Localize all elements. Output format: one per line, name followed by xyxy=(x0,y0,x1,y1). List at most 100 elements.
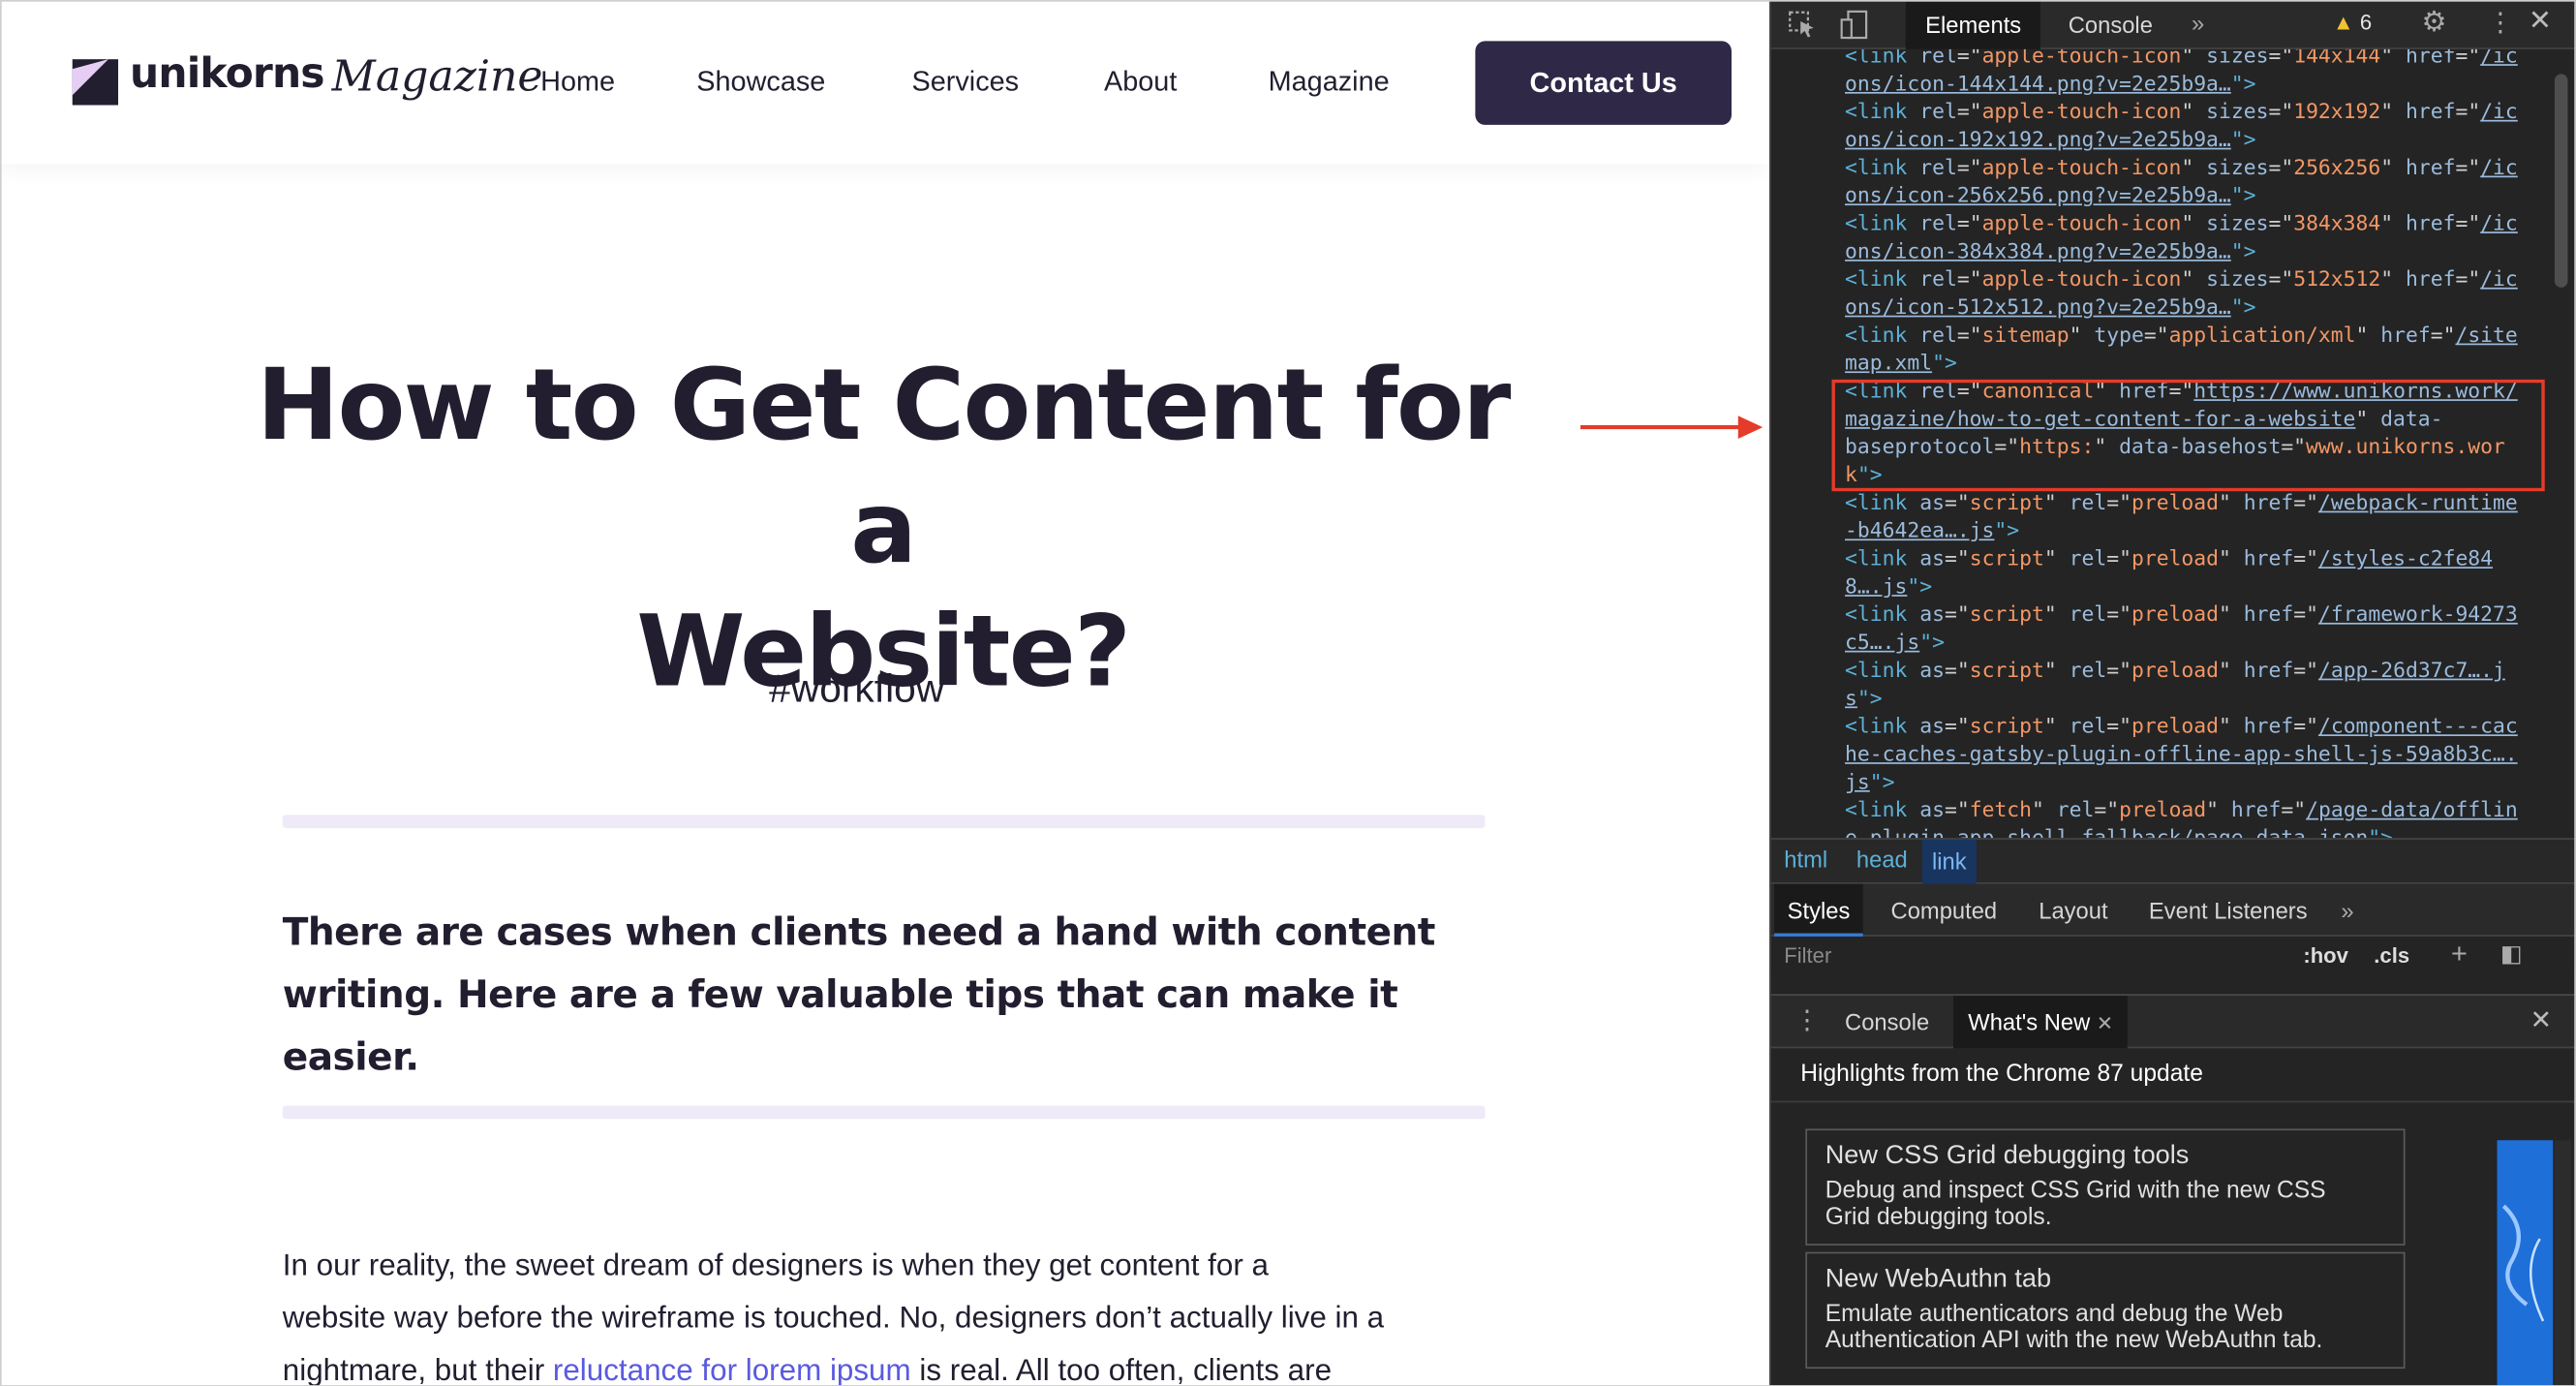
drawer-scrollbar[interactable] xyxy=(2554,1140,2571,1386)
subtab-layout[interactable]: Layout xyxy=(2039,884,2107,937)
drawer-tab-whats-new[interactable]: What's New ✕ xyxy=(1953,996,2129,1049)
code-token: href xyxy=(2405,98,2456,124)
dom-node-line[interactable]: <link as="script" rel="preload" href="/a… xyxy=(1845,656,2551,684)
dom-node-line[interactable]: <link rel="apple-touch-icon" sizes="512x… xyxy=(1845,264,2551,293)
code-token: =" xyxy=(2430,322,2456,347)
hover-state-toggle[interactable]: :hov xyxy=(2303,943,2348,968)
article-body: In our reality, the sweet dream of desig… xyxy=(283,1239,1515,1386)
code-token: sizes xyxy=(2206,265,2269,292)
toggle-sidebar-icon[interactable]: ◧ xyxy=(2500,939,2522,968)
dom-tree-scrollbar[interactable] xyxy=(2554,74,2568,288)
code-token: =" xyxy=(1944,713,1970,738)
dom-node-line[interactable]: he-caches-gatsby-plugin-offline-app-shel… xyxy=(1845,739,2551,767)
dom-node-line[interactable]: <link rel="apple-touch-icon" sizes="144x… xyxy=(1845,49,2551,69)
drawer-menu-icon[interactable]: ⋮ xyxy=(1794,996,1820,1048)
code-token: <link xyxy=(1845,154,1920,179)
code-token: 144x144 xyxy=(2293,48,2381,68)
whats-new-card[interactable]: New CSS Grid debugging tools Debug and i… xyxy=(1805,1128,2406,1246)
code-token: /ic xyxy=(2480,265,2518,292)
warning-count: 6 xyxy=(2359,10,2373,35)
dom-node-line[interactable]: <link rel="sitemap" type="application/xm… xyxy=(1845,321,2551,349)
nav-showcase[interactable]: Showcase xyxy=(696,66,825,99)
code-token: rel xyxy=(1919,98,1957,124)
dom-node-line[interactable]: c5….js"> xyxy=(1845,628,2551,656)
body-line-2: website way before the wireframe is touc… xyxy=(282,1299,1385,1335)
breadcrumb-head[interactable]: head xyxy=(1856,847,1908,873)
code-token: =" xyxy=(1956,98,1982,124)
nav-services[interactable]: Services xyxy=(912,66,1020,99)
warning-icon: ▲ xyxy=(2332,10,2354,35)
article-title: How to Get Content for a Website? xyxy=(214,345,1553,715)
code-token: 512x512 xyxy=(2293,265,2381,292)
dom-node-line[interactable]: <link as="fetch" rel="preload" href="/pa… xyxy=(1845,795,2551,823)
canonical-link-highlight-box xyxy=(1831,379,2545,492)
whats-new-card[interactable]: New WebAuthn tab Emulate authenticators … xyxy=(1805,1251,2406,1370)
breadcrumb-html[interactable]: html xyxy=(1784,847,1827,873)
dom-node-line[interactable]: <link as="script" rel="preload" href="/w… xyxy=(1845,488,2551,516)
code-token: href xyxy=(2230,796,2282,822)
drawer-tab-console[interactable]: Console xyxy=(1845,996,1929,1048)
nav-home[interactable]: Home xyxy=(540,66,615,99)
close-devtools-icon[interactable]: ✕ xyxy=(2529,5,2552,38)
divider-top xyxy=(282,815,1486,828)
dom-node-line[interactable]: <link rel="apple-touch-icon" sizes="384x… xyxy=(1845,208,2551,236)
dom-node-line[interactable]: <link as="script" rel="preload" href="/c… xyxy=(1845,712,2551,740)
code-token: /ic xyxy=(2480,154,2518,179)
more-tabs-icon[interactable]: » xyxy=(2192,10,2204,36)
subtab-event-listeners[interactable]: Event Listeners xyxy=(2149,884,2308,937)
dom-node-line[interactable]: <link rel="apple-touch-icon" sizes="256x… xyxy=(1845,153,2551,181)
lead-line-1: There are cases when clients need a hand… xyxy=(282,911,1436,955)
close-drawer-icon[interactable]: ✕ xyxy=(2530,996,2552,1048)
dom-node-line[interactable]: map.xml"> xyxy=(1845,349,2551,377)
dom-node-line[interactable]: 8….js"> xyxy=(1845,571,2551,600)
tab-console[interactable]: Console xyxy=(2048,0,2172,49)
card-desc: Authentication API with the new WebAuthn… xyxy=(1825,1327,2323,1354)
customize-menu-icon[interactable]: ⋮ xyxy=(2487,7,2513,40)
dom-node-line[interactable]: <link rel="apple-touch-icon" sizes="192x… xyxy=(1845,97,2551,125)
code-token: <link xyxy=(1845,210,1920,235)
styles-filter-input[interactable]: Filter xyxy=(1784,943,1831,968)
code-token: as xyxy=(1919,601,1945,627)
nav-about[interactable]: About xyxy=(1104,66,1177,99)
subtab-styles[interactable]: Styles xyxy=(1774,883,1863,937)
dom-node-line[interactable]: ons/icon-256x256.png?v=2e25b9a…"> xyxy=(1845,181,2551,209)
tab-elements[interactable]: Elements xyxy=(1905,0,2041,49)
more-subtabs-icon[interactable]: » xyxy=(2341,884,2353,937)
device-toolbar-icon[interactable] xyxy=(1840,10,1870,40)
breadcrumb-link[interactable]: link xyxy=(1921,839,1977,884)
settings-gear-icon[interactable]: ⚙ xyxy=(2421,7,2446,40)
class-toggle[interactable]: .cls xyxy=(2374,943,2409,968)
code-token: =" xyxy=(2455,265,2481,292)
code-token: href xyxy=(2243,601,2294,627)
code-token: " xyxy=(2219,657,2244,683)
dom-node-line[interactable]: <link as="script" rel="preload" href="/s… xyxy=(1845,544,2551,572)
code-token: =" xyxy=(2094,796,2120,822)
contact-us-button[interactable]: Contact Us xyxy=(1475,41,1733,125)
dom-node-line[interactable]: ons/icon-192x192.png?v=2e25b9a…"> xyxy=(1845,125,2551,153)
dom-node-line[interactable]: s"> xyxy=(1845,684,2551,712)
code-token: rel xyxy=(2069,489,2107,514)
dom-node-line[interactable]: ons/icon-512x512.png?v=2e25b9a…"> xyxy=(1845,293,2551,321)
code-token: -b4642ea….js xyxy=(1845,517,1995,542)
article-tag[interactable]: #workflow xyxy=(0,667,1713,713)
logo-wordmark[interactable]: unikorns xyxy=(130,49,325,97)
nav-magazine[interactable]: Magazine xyxy=(1269,66,1390,99)
dom-node-line[interactable]: ons/icon-144x144.png?v=2e25b9a…"> xyxy=(1845,69,2551,97)
code-token: <link xyxy=(1845,489,1920,514)
close-tab-icon[interactable]: ✕ xyxy=(2097,1012,2113,1035)
lorem-ipsum-link[interactable]: reluctance for lorem ipsum xyxy=(553,1352,911,1386)
dom-node-line[interactable]: <link as="script" rel="preload" href="/f… xyxy=(1845,600,2551,628)
dom-node-line[interactable]: js"> xyxy=(1845,767,2551,795)
dom-node-line[interactable]: -b4642ea….js"> xyxy=(1845,516,2551,544)
logo-magazine-script[interactable]: Magazine xyxy=(332,52,543,102)
inspect-element-icon[interactable] xyxy=(1788,10,1818,40)
dom-node-line[interactable]: ons/icon-384x384.png?v=2e25b9a…"> xyxy=(1845,236,2551,264)
warnings-badge[interactable]: ▲ 6 xyxy=(2333,10,2372,34)
code-token: =" xyxy=(1956,265,1982,292)
unikorns-logo-icon[interactable] xyxy=(72,59,119,106)
dom-node-line[interactable]: e-plugin-app-shell-fallback/page-data.js… xyxy=(1845,823,2551,839)
subtab-computed[interactable]: Computed xyxy=(1891,884,1998,937)
code-token: =" xyxy=(2106,601,2131,627)
code-token: href xyxy=(2405,210,2456,235)
new-style-rule-icon[interactable]: + xyxy=(2451,939,2468,971)
